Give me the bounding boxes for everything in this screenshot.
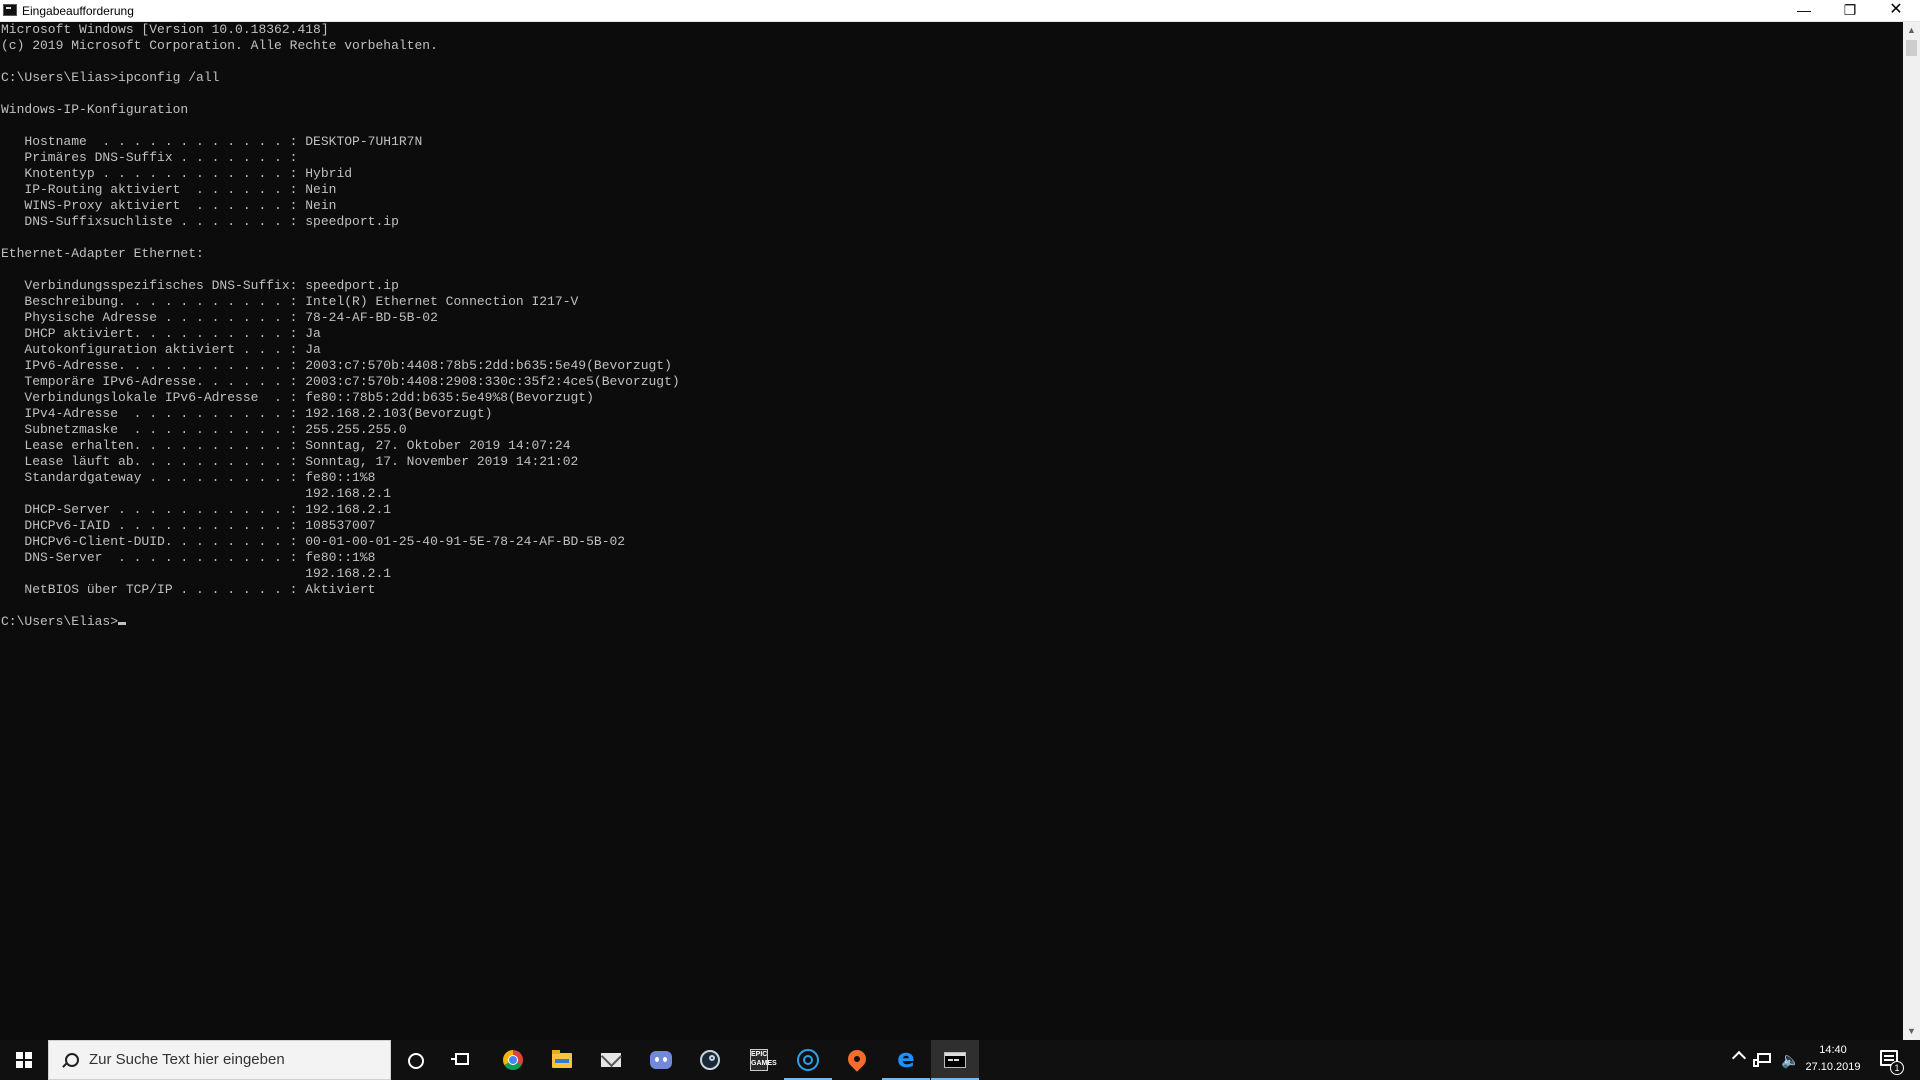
windows-logo-icon xyxy=(16,1052,32,1068)
scroll-up-button[interactable]: ▲ xyxy=(1903,22,1920,39)
taskbar: Zur Suche Text hier eingeben EPIC GAMES … xyxy=(0,1040,1920,1080)
clock-date: 27.10.2019 xyxy=(1805,1061,1861,1073)
volume-icon[interactable]: 🔈 xyxy=(1781,1050,1801,1070)
mail-icon xyxy=(601,1053,621,1067)
uplay-icon xyxy=(797,1049,819,1071)
taskbar-command-prompt[interactable] xyxy=(931,1040,979,1080)
console-text: Microsoft Windows [Version 10.0.18362.41… xyxy=(1,22,680,597)
network-icon[interactable] xyxy=(1753,1053,1771,1067)
window-title: Eingabeaufforderung xyxy=(22,4,134,18)
cortana-icon xyxy=(408,1053,424,1069)
command-prompt-icon xyxy=(3,4,17,16)
edge-icon: e xyxy=(897,1044,915,1074)
steam-icon xyxy=(700,1050,720,1070)
taskbar-uplay[interactable] xyxy=(784,1040,832,1080)
taskbar-edge[interactable]: e xyxy=(882,1040,930,1080)
clock-time: 14:40 xyxy=(1819,1044,1847,1056)
close-button[interactable]: ✕ xyxy=(1873,0,1919,22)
console-prompt: C:\Users\Elias> xyxy=(1,614,119,629)
taskbar-origin[interactable] xyxy=(833,1040,881,1080)
minimize-button[interactable]: — xyxy=(1781,0,1827,22)
command-prompt-icon xyxy=(944,1052,966,1068)
cortana-button[interactable] xyxy=(391,1040,439,1080)
taskbar-search-box[interactable]: Zur Suche Text hier eingeben xyxy=(48,1040,391,1080)
taskbar-discord[interactable] xyxy=(637,1040,685,1080)
start-button[interactable] xyxy=(0,1040,48,1080)
show-hidden-icons-button[interactable] xyxy=(1731,1050,1747,1066)
task-view-icon xyxy=(451,1053,469,1065)
epic-games-icon: EPIC GAMES xyxy=(750,1049,777,1071)
text-cursor xyxy=(118,622,127,625)
search-placeholder: Zur Suche Text hier eingeben xyxy=(89,1051,285,1068)
taskbar-clock[interactable]: 14:40 27.10.2019 xyxy=(1800,1042,1866,1076)
task-view-button[interactable] xyxy=(439,1040,487,1080)
console-output[interactable]: Microsoft Windows [Version 10.0.18362.41… xyxy=(0,22,1903,1040)
vertical-scrollbar[interactable]: ▲ ▼ xyxy=(1903,22,1920,1040)
taskbar-steam[interactable] xyxy=(686,1040,734,1080)
taskbar-epic-games[interactable]: EPIC GAMES xyxy=(735,1040,783,1080)
taskbar-mail[interactable] xyxy=(587,1040,635,1080)
title-bar: Eingabeaufforderung — ❐ ✕ xyxy=(0,0,1920,22)
taskbar-chrome[interactable] xyxy=(489,1040,537,1080)
scroll-thumb[interactable] xyxy=(1906,40,1917,56)
chrome-icon xyxy=(503,1050,523,1070)
taskbar-file-explorer[interactable] xyxy=(538,1040,586,1080)
notification-count-badge: 1 xyxy=(1890,1061,1904,1075)
file-explorer-icon xyxy=(552,1050,572,1068)
scroll-down-button[interactable]: ▼ xyxy=(1903,1023,1920,1040)
discord-icon xyxy=(650,1051,672,1069)
origin-icon xyxy=(844,1046,870,1072)
restore-button[interactable]: ❐ xyxy=(1827,0,1873,22)
search-icon xyxy=(65,1053,79,1067)
